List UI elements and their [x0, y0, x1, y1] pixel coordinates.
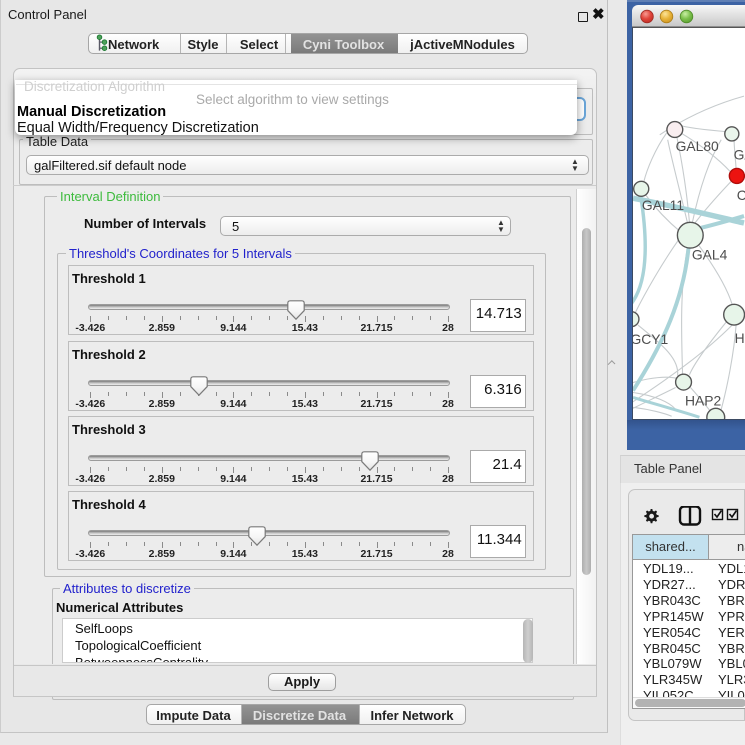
- svg-text:H: H: [735, 330, 745, 346]
- svg-text:HAP2: HAP2: [685, 392, 721, 408]
- svg-text:GA: GA: [734, 147, 745, 163]
- svg-text:GAL11: GAL11: [642, 197, 684, 213]
- svg-text:GAL4: GAL4: [692, 247, 728, 263]
- svg-text:GCY1: GCY1: [632, 331, 669, 347]
- svg-text:GAL80: GAL80: [676, 138, 719, 154]
- svg-text:C: C: [737, 187, 745, 203]
